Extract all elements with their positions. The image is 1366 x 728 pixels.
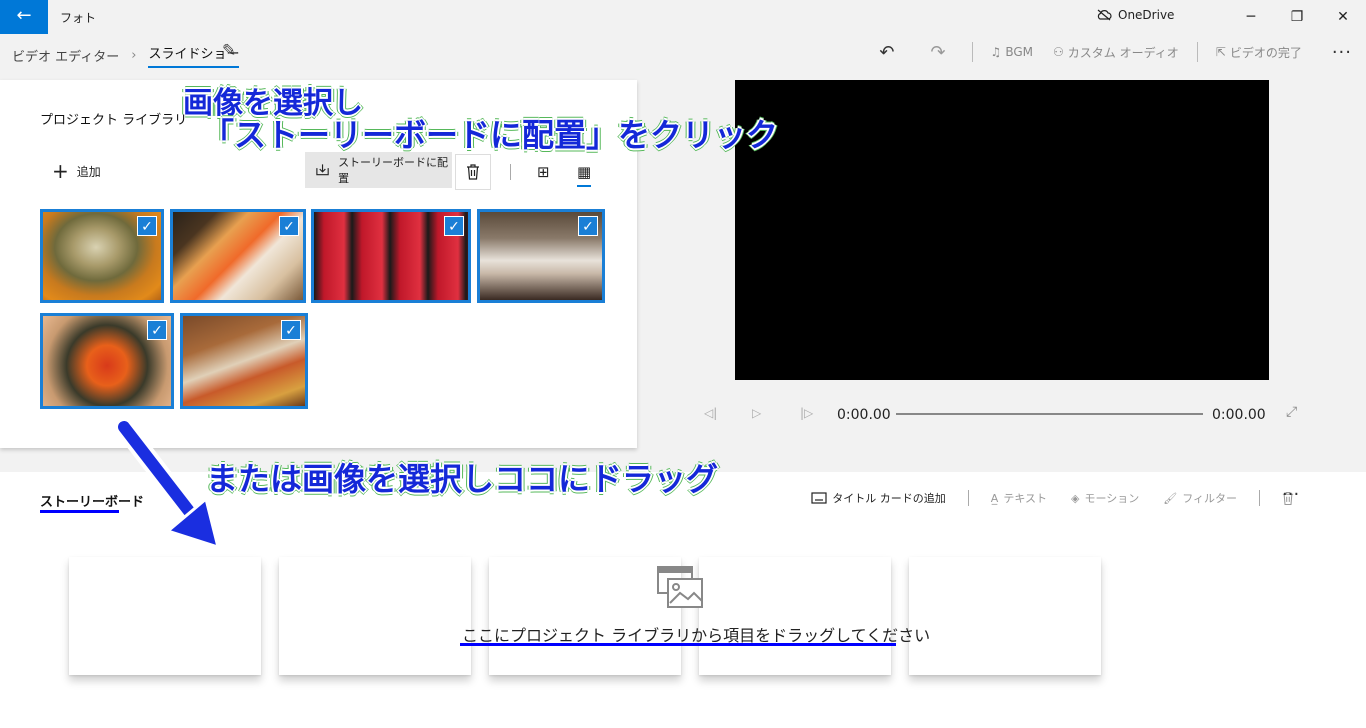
large-thumbnails-view-icon[interactable]: ⊞ xyxy=(537,163,550,181)
close-button[interactable]: ✕ xyxy=(1320,0,1366,34)
app-title: フォト xyxy=(60,11,97,25)
text-icon: A̲ xyxy=(990,491,999,505)
storyboard-slot[interactable] xyxy=(279,557,471,675)
redo-icon[interactable]: ↷ xyxy=(912,42,963,63)
custom-audio-button[interactable]: ⚇ カスタム オーディオ xyxy=(1043,44,1189,61)
storyboard-slot[interactable] xyxy=(69,557,261,675)
storyboard-title-underline xyxy=(40,510,119,513)
library-thumbnail[interactable]: ✓ xyxy=(477,209,605,303)
restore-icon: ❐ xyxy=(1290,9,1304,25)
annotation-line-3: または画像を選択しココにドラッグ xyxy=(206,460,719,498)
motion-button[interactable]: ◈ モーション xyxy=(1059,490,1151,506)
breadcrumb-video-editor[interactable]: ビデオ エディター xyxy=(12,46,119,65)
filter-button[interactable]: 🖌︎ フィルター xyxy=(1151,490,1249,506)
onedrive-status[interactable]: OneDrive xyxy=(1096,8,1174,22)
person-audio-icon: ⚇ xyxy=(1053,45,1064,59)
library-thumbnail[interactable]: ✓ xyxy=(40,209,164,303)
filter-label: フィルター xyxy=(1182,492,1237,505)
more-options-icon[interactable]: ··· xyxy=(1312,42,1366,63)
music-note-icon: ♫ xyxy=(990,45,1002,59)
motion-label: モーション xyxy=(1084,492,1140,505)
plus-icon: + xyxy=(52,159,69,183)
storyboard-more-icon[interactable]: ··· xyxy=(1282,484,1299,505)
chevron-right-icon: › xyxy=(131,48,137,63)
seek-bar[interactable] xyxy=(896,413,1203,415)
video-preview[interactable] xyxy=(735,80,1269,380)
library-thumbnail[interactable]: ✓ xyxy=(40,313,174,409)
place-in-storyboard-label: ストーリーボードに配置 xyxy=(338,156,449,185)
annotation-line-2: 「ストーリーボードに配置」をクリック xyxy=(202,116,779,154)
share-icon: ⇱ xyxy=(1215,45,1226,59)
drop-hint-underline xyxy=(460,643,896,646)
minimize-button[interactable]: ─ xyxy=(1228,0,1274,34)
onedrive-label: OneDrive xyxy=(1118,8,1175,22)
playback-controls: ◁| ▷ |▷ 0:00.00 0:00.00 ⤢ xyxy=(700,400,1310,430)
add-button[interactable]: + 追加 xyxy=(52,159,101,183)
small-thumbnails-view-icon[interactable]: ▦ xyxy=(577,163,592,187)
toolbar-divider xyxy=(1196,42,1198,62)
next-frame-icon[interactable]: |▷ xyxy=(800,406,813,420)
undo-icon[interactable]: ↶ xyxy=(861,42,912,63)
checkmark-icon[interactable]: ✓ xyxy=(147,320,167,340)
checkmark-icon[interactable]: ✓ xyxy=(281,320,301,340)
cloud-offline-icon xyxy=(1097,9,1112,21)
breadcrumb: ビデオ エディター › スライドショー xyxy=(12,43,240,68)
library-thumbnail[interactable]: ✓ xyxy=(170,209,306,303)
current-time: 0:00.00 xyxy=(837,407,891,423)
annotation-arrow-icon xyxy=(114,417,221,550)
finish-video-label: ビデオの完了 xyxy=(1229,45,1302,60)
storyboard-slot[interactable] xyxy=(699,557,891,675)
storyboard-toolbar-divider xyxy=(967,490,969,506)
trash-icon xyxy=(467,164,479,180)
checkmark-icon[interactable]: ✓ xyxy=(279,216,299,236)
add-label: 追加 xyxy=(76,164,101,179)
storyboard-slot[interactable] xyxy=(489,557,681,675)
total-time: 0:00.00 xyxy=(1212,407,1266,423)
add-title-card-button[interactable]: タイトル カードの追加 xyxy=(799,490,958,506)
minimize-icon: ─ xyxy=(1246,9,1256,25)
checkmark-icon[interactable]: ✓ xyxy=(578,216,598,236)
close-icon: ✕ xyxy=(1337,9,1349,25)
text-label: テキスト xyxy=(1003,492,1047,505)
text-button[interactable]: A̲ テキスト xyxy=(979,490,1059,506)
storyboard-toolbar: タイトル カードの追加 A̲ テキスト ◈ モーション 🖌︎ フィルター xyxy=(799,490,1306,506)
restore-button[interactable]: ❐ xyxy=(1274,0,1320,34)
back-arrow-icon: ← xyxy=(16,5,32,26)
checkmark-icon[interactable]: ✓ xyxy=(444,216,464,236)
fullscreen-icon[interactable]: ⤢ xyxy=(1286,404,1297,420)
library-divider xyxy=(510,164,511,180)
checkmark-icon[interactable]: ✓ xyxy=(137,216,157,236)
library-title: プロジェクト ライブラリ xyxy=(40,113,188,128)
back-button[interactable]: ← xyxy=(0,0,48,34)
motion-icon: ◈ xyxy=(1071,491,1080,505)
bgm-label: BGM xyxy=(1005,45,1033,59)
delete-button[interactable] xyxy=(455,154,491,190)
photo-stack-icon xyxy=(657,566,703,608)
place-in-storyboard-button[interactable]: ストーリーボードに配置 xyxy=(305,152,452,188)
toolbar-divider xyxy=(971,42,973,62)
library-thumbnail[interactable]: ✓ xyxy=(311,209,471,303)
rename-pencil-icon[interactable]: ✎ xyxy=(222,41,236,61)
storyboard-toolbar-divider xyxy=(1259,490,1260,506)
finish-video-button[interactable]: ⇱ ビデオの完了 xyxy=(1206,44,1312,61)
editor-toolbar: ↶ ↷ ♫ BGM ⚇ カスタム オーディオ ⇱ ビデオの完了 ··· xyxy=(861,36,1366,68)
title-card-icon xyxy=(811,492,827,504)
library-thumbnail[interactable]: ✓ xyxy=(180,313,308,409)
filter-brush-icon: 🖌︎ xyxy=(1163,491,1178,505)
title-bar: ← フォト OneDrive ─ ❐ ✕ xyxy=(0,0,1366,34)
add-title-card-label: タイトル カードの追加 xyxy=(832,492,946,505)
bgm-button[interactable]: ♫ BGM xyxy=(981,45,1043,59)
custom-audio-label: カスタム オーディオ xyxy=(1067,45,1179,60)
place-in-storyboard-icon xyxy=(316,164,329,176)
play-icon[interactable]: ▷ xyxy=(752,406,761,420)
previous-frame-icon[interactable]: ◁| xyxy=(704,406,717,420)
storyboard-slot[interactable] xyxy=(909,557,1101,675)
